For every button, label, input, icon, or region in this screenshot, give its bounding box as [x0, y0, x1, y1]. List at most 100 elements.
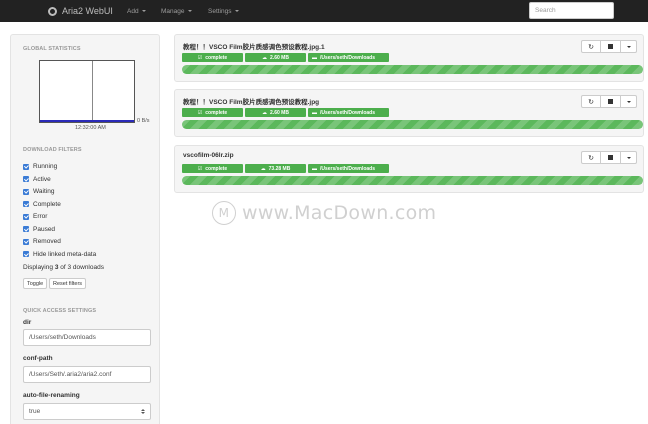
more-options-button[interactable] [621, 95, 637, 108]
setting-label-dir: dir [23, 319, 32, 326]
check-square-icon: ☑ [197, 165, 203, 172]
filter-hide-linked-meta-data[interactable]: Hide linked meta-data [23, 250, 96, 259]
download-badges: ☑ complete ☁ 73.28 MB ▬/Users/seth/Downloa… [182, 164, 389, 173]
conf-path-field[interactable]: /Users/Seth/.aria2/aria2.conf [23, 366, 151, 383]
manage-menu[interactable]: Manage [161, 4, 192, 18]
reset-filters-button[interactable]: Reset filters [49, 278, 87, 289]
restart-button[interactable]: ↻ [581, 40, 601, 53]
macdown-logo-icon: M [212, 201, 236, 225]
checkbox-checked-icon[interactable] [23, 238, 29, 245]
setting-label-auto-file-renaming: auto-file-renaming [23, 392, 80, 399]
download-item: 教程！！VSCO Film胶片质感调色预设教程.jpg.1 ☑ complete … [174, 34, 644, 82]
checkbox-checked-icon[interactable] [23, 188, 29, 195]
filter-paused[interactable]: Paused [23, 225, 55, 234]
filter-running[interactable]: Running [23, 162, 57, 171]
speed-value: 0 B/s [137, 118, 150, 124]
download-name: 教程！！VSCO Film胶片质感调色预设教程.jpg.1 [183, 44, 325, 51]
caret-down-icon [626, 100, 631, 103]
size-text: 2.60 MB [270, 54, 289, 61]
checkbox-checked-icon[interactable] [23, 226, 29, 232]
restart-button[interactable]: ↻ [581, 151, 601, 164]
checkbox-checked-icon[interactable] [23, 213, 29, 220]
filter-label: Complete [33, 200, 61, 208]
download-badges: ☑ complete ☁ 2.60 MB ▬/Users/seth/Download… [182, 53, 389, 62]
checkbox-checked-icon[interactable] [23, 201, 29, 207]
dir-field[interactable]: /Users/seth/Downloads [23, 329, 151, 346]
watermark: M www.MacDown.com [212, 200, 436, 226]
path-text: /Users/seth/Downloads [320, 109, 376, 116]
filter-complete[interactable]: Complete [23, 200, 61, 209]
add-menu-label: Add [127, 7, 139, 15]
filter-error[interactable]: Error [23, 212, 47, 221]
filter-label: Running [33, 163, 58, 170]
chevron-down-icon [141, 10, 146, 12]
checkbox-checked-icon[interactable] [23, 176, 29, 182]
setting-label-conf-path: conf-path [23, 355, 53, 362]
size-badge: ☁ 2.60 MB [245, 108, 306, 117]
progress-bar [182, 176, 643, 185]
stop-button[interactable] [601, 95, 621, 108]
path-text: /Users/seth/Downloads [320, 54, 376, 61]
filter-label: Active [33, 175, 51, 183]
cloud-download-icon: ☁ [260, 165, 266, 172]
status-text: complete [205, 109, 228, 116]
auto-file-renaming-select[interactable]: true [23, 403, 151, 420]
watermark-text: www.MacDown.com [242, 202, 437, 224]
sidebar: GLOBAL STATISTICS 0 B/s 12:32:00 AM DOWN… [10, 34, 160, 424]
status-badge: ☑ complete [182, 164, 243, 173]
displaying-summary: Displaying 3 of 3 downloads [23, 264, 104, 271]
folder-icon: ▬ [312, 165, 317, 172]
select-arrows-icon [141, 409, 145, 414]
displaying-prefix: Displaying [23, 264, 53, 271]
size-badge: ☁ 2.60 MB [245, 53, 306, 62]
cloud-download-icon: ☁ [262, 54, 268, 61]
stop-button[interactable] [601, 151, 621, 164]
refresh-icon: ↻ [588, 98, 594, 106]
search-input[interactable] [529, 2, 614, 19]
stop-icon [608, 44, 613, 49]
caret-down-icon [626, 45, 631, 48]
filter-label: Removed [33, 238, 61, 245]
progress-bar [182, 120, 643, 129]
top-navbar: Aria2 WebUI Add Manage Settings [0, 0, 648, 22]
checkbox-checked-icon[interactable] [23, 251, 29, 257]
download-controls: ↻ [581, 40, 637, 53]
size-text: 73.28 MB [268, 165, 291, 172]
stop-button[interactable] [601, 40, 621, 53]
checkbox-checked-icon[interactable] [23, 163, 29, 170]
path-text: /Users/seth/Downloads [320, 165, 376, 172]
stop-icon [608, 155, 613, 160]
folder-icon: ▬ [312, 109, 317, 116]
check-square-icon: ☑ [197, 54, 203, 61]
status-badge: ☑ complete [182, 108, 243, 117]
download-name: 教程！！VSCO Film胶片质感调色预设教程.jpg [183, 99, 320, 106]
more-options-button[interactable] [621, 40, 637, 53]
status-badge: ☑ complete [182, 53, 243, 62]
check-square-icon: ☑ [197, 109, 203, 116]
refresh-icon: ↻ [588, 43, 594, 51]
caret-down-icon [626, 156, 631, 159]
path-badge: ▬/Users/seth/Downloads [308, 164, 389, 173]
toggle-button[interactable]: Toggle [23, 278, 48, 289]
refresh-icon: ↻ [588, 154, 594, 162]
settings-menu[interactable]: Settings [208, 4, 239, 18]
filter-removed[interactable]: Removed [23, 237, 61, 246]
filter-label: Waiting [33, 188, 55, 195]
download-controls: ↻ [581, 95, 637, 108]
filter-waiting[interactable]: Waiting [23, 187, 54, 196]
auto-file-renaming-value: true [29, 408, 41, 415]
brand-title: Aria2 WebUI [62, 6, 113, 16]
brand[interactable]: Aria2 WebUI [48, 4, 113, 18]
manage-menu-label: Manage [161, 7, 185, 15]
aria2-logo-icon [48, 6, 57, 16]
download-badges: ☑ complete ☁ 2.60 MB ▬/Users/seth/Download… [182, 108, 389, 117]
more-options-button[interactable] [621, 151, 637, 164]
filter-active[interactable]: Active [23, 175, 51, 184]
size-text: 2.60 MB [270, 109, 289, 116]
quick-access-heading: QUICK ACCESS SETTINGS [23, 308, 97, 314]
add-menu[interactable]: Add [127, 4, 146, 18]
displaying-suffix: of 3 downloads [60, 264, 104, 271]
restart-button[interactable]: ↻ [581, 95, 601, 108]
displaying-count: 3 [54, 264, 59, 271]
speed-graph-line [40, 120, 134, 122]
